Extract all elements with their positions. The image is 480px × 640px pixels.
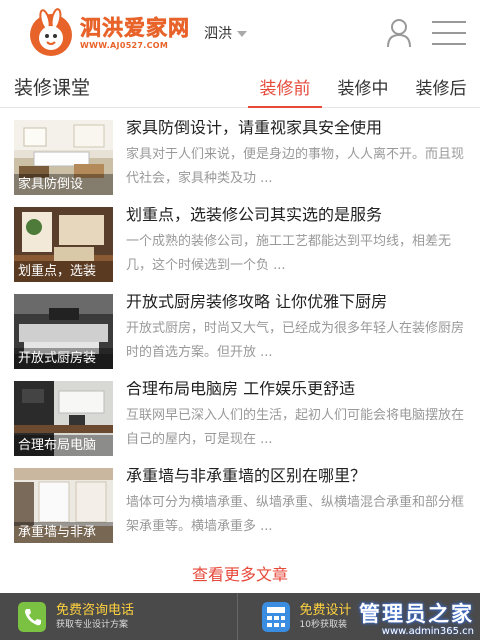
bottom-action-bar: 免费咨询电话 获取专业设计方案 免费设计 10秒获取装 管理员之家 www.ad… [0,593,480,640]
article-item[interactable]: 划重点，选装 划重点，选装修公司其实选的是服务 一个成熟的装修公司，施工工艺都能… [14,207,466,294]
more-articles-link[interactable]: 查看更多文章 [14,561,466,585]
city-label: 泗洪 [204,26,232,42]
article-item[interactable]: 合理布局电脑 合理布局电脑房 工作娱乐更舒适 互联网早已深入人们的生活，起初人们… [14,381,466,468]
site-logo[interactable]: 泗洪爱家网 WWW.AJ0527.COM [26,8,190,58]
article-thumbnail[interactable]: 划重点，选装 [14,207,113,282]
calculator-icon [261,601,290,632]
user-icon[interactable] [386,18,412,48]
article-title[interactable]: 承重墙与非承重墙的区别在哪里？ [126,468,466,486]
menu-icon[interactable] [432,21,466,45]
free-call-sublabel: 获取专业设计方案 [56,619,129,630]
section-title: 装修课堂 [14,77,91,99]
top-header: 泗洪爱家网 WWW.AJ0527.COM 泗洪 [0,0,480,66]
watermark-title: 管理员之家 [359,602,474,626]
tab-during-renovation[interactable]: 装修中 [324,66,402,107]
thumbnail-caption: 合理布局电脑 [14,435,113,456]
article-thumbnail[interactable]: 家具防倒设 [14,120,113,195]
thumbnail-caption: 划重点，选装 [14,261,113,282]
caret-down-icon [237,31,247,37]
city-selector[interactable]: 泗洪 [204,23,247,43]
article-item[interactable]: 家具防倒设 家具防倒设计，请重视家具安全使用 家具对于人们来说，便是身边的事物，… [14,120,466,207]
article-thumbnail[interactable]: 合理布局电脑 [14,381,113,456]
article-title[interactable]: 家具防倒设计，请重视家具安全使用 [126,120,466,138]
article-item[interactable]: 承重墙与非承 承重墙与非承重墙的区别在哪里？ 墙体可分为横墙承重、纵墙承重、纵横… [14,468,466,555]
tab-before-renovation[interactable]: 装修前 [246,66,324,108]
article-title[interactable]: 开放式厨房装修攻略 让你优雅下厨房 [126,294,466,312]
phone-icon [18,601,46,632]
article-summary: 一个成熟的装修公司，施工工艺都能达到平均线，相差无几，这个时候选到一个负 ... [126,234,452,273]
logo-title: 泗洪爱家网 [80,16,190,41]
article-summary: 互联网早已深入人们的生活，起初人们可能会将电脑摆放在自己的屋内，可是现在 ... [126,408,465,447]
article-summary: 家具对于人们来说，便是身边的事物，人人离不开。而且现代社会，家具种类及功 ... [126,147,465,186]
article-summary: 开放式厨房，时尚又大气，已经成为很多年轻人在装修厨房时的首选方案。但开放 ... [126,321,465,360]
article-thumbnail[interactable]: 开放式厨房装 [14,294,113,369]
article-summary: 墙体可分为横墙承重、纵墙承重、纵横墙混合承重和部分框架承重等。横墙承重多 ... [126,495,465,534]
section-bar: 装修课堂 装修前 装修中 装修后 [0,66,480,108]
article-title[interactable]: 合理布局电脑房 工作娱乐更舒适 [126,381,466,399]
watermark: 管理员之家 www.admin365.cn [359,598,474,637]
free-design-sublabel: 10秒获取装 [299,619,347,630]
tab-after-renovation[interactable]: 装修后 [402,66,480,107]
free-call-label: 免费咨询电话 [56,602,135,618]
thumbnail-caption: 承重墙与非承 [14,522,113,543]
thumbnail-caption: 开放式厨房装 [14,348,113,369]
article-title[interactable]: 划重点，选装修公司其实选的是服务 [126,207,466,225]
logo-url: WWW.AJ0527.COM [80,41,169,50]
thumbnail-caption: 家具防倒设 [14,174,113,195]
tab-bar: 装修前 装修中 装修后 [246,66,480,108]
article-list: 家具防倒设 家具防倒设计，请重视家具安全使用 家具对于人们来说，便是身边的事物，… [0,108,480,585]
rabbit-logo-icon [30,8,72,56]
article-thumbnail[interactable]: 承重墙与非承 [14,468,113,543]
free-design-label: 免费设计 [299,602,352,618]
article-item[interactable]: 开放式厨房装 开放式厨房装修攻略 让你优雅下厨房 开放式厨房，时尚又大气，已经成… [14,294,466,381]
free-call-button[interactable]: 免费咨询电话 获取专业设计方案 [0,593,237,640]
